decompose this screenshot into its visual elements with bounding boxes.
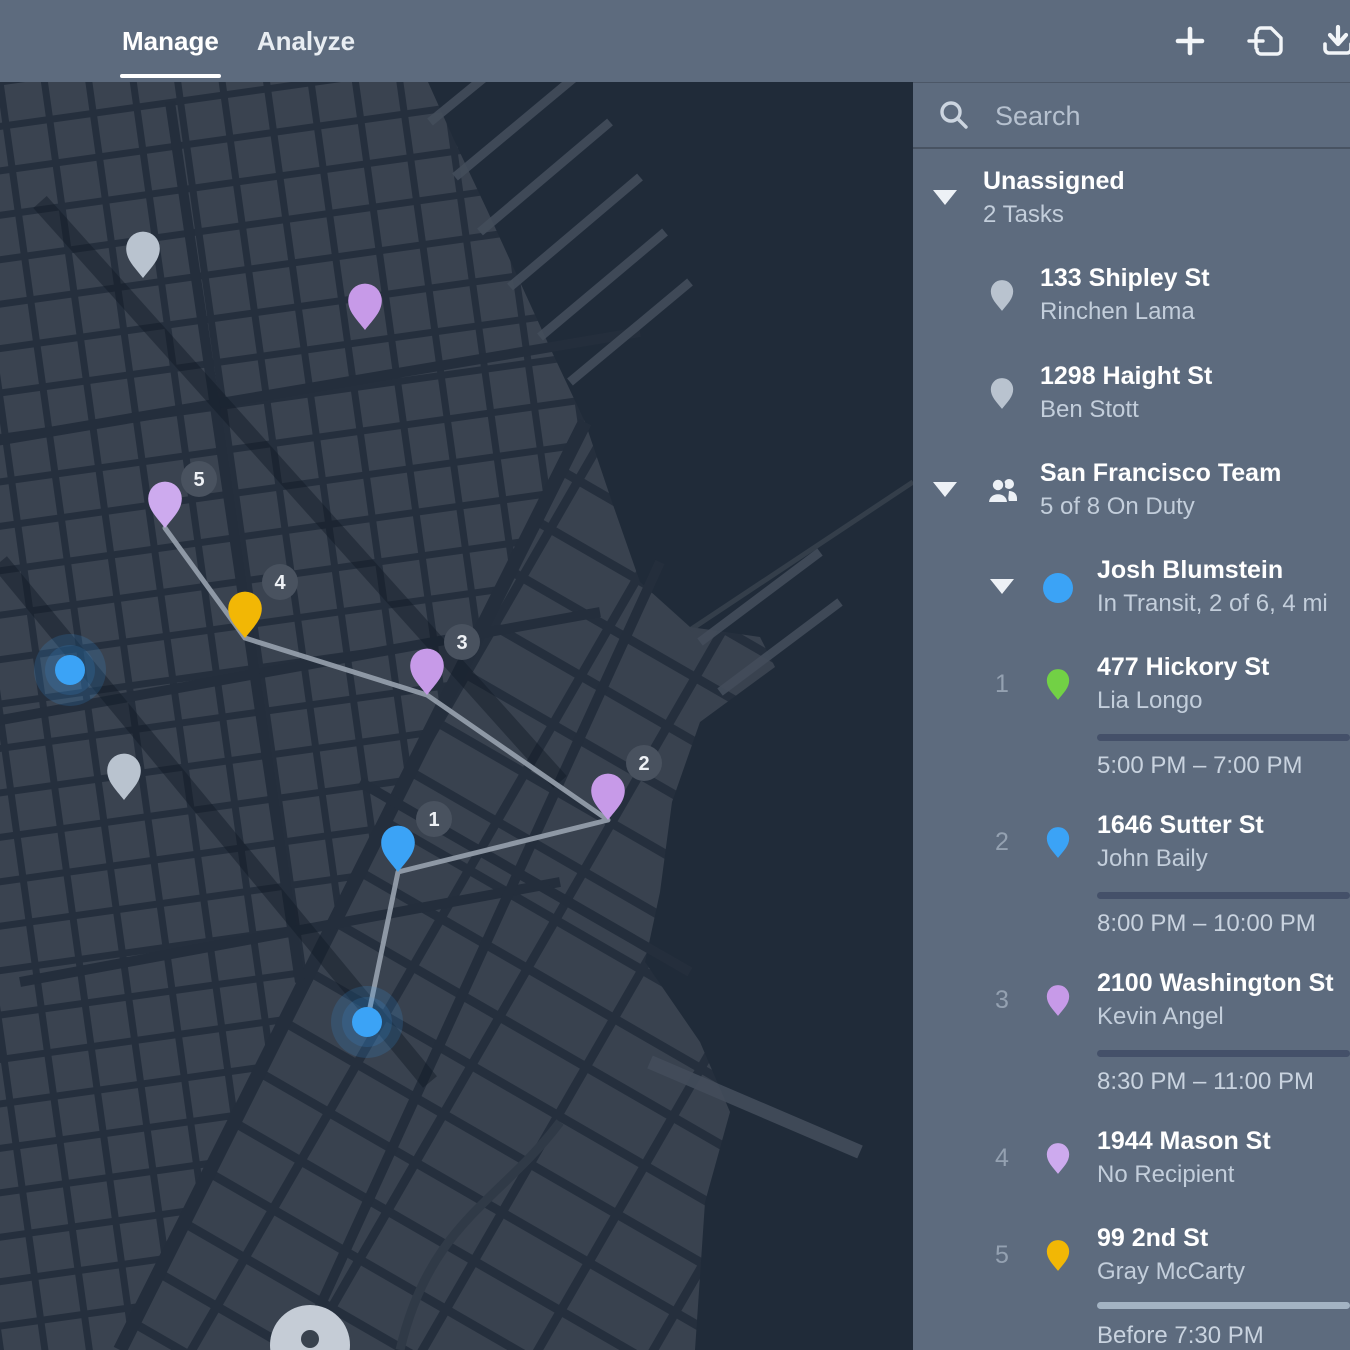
route-task-row[interactable]: 2 1646 Sutter St John Baily <box>913 808 1350 878</box>
topbar: Manage Analyze <box>0 0 1350 82</box>
svg-text:5: 5 <box>193 469 204 491</box>
team-subtitle: 5 of 8 On Duty <box>1040 490 1281 524</box>
task-progress-bar <box>1097 1050 1350 1057</box>
search-input[interactable] <box>993 93 1327 139</box>
map[interactable]: 1 2 3 4 5 <box>0 82 913 1350</box>
task-pin-icon <box>990 279 1014 312</box>
stop-number-badge[interactable]: 3 <box>444 624 480 660</box>
active-tab-underline <box>120 74 221 78</box>
task-address: 99 2nd St <box>1097 1221 1350 1255</box>
route-task-row[interactable]: 3 2100 Washington St Kevin Angel <box>913 966 1350 1036</box>
task-number: 2 <box>984 828 1020 857</box>
stop-number-badge[interactable]: 5 <box>181 461 217 497</box>
task-address: 1646 Sutter St <box>1097 808 1350 842</box>
tab-manage-label: Manage <box>122 26 219 57</box>
task-pin-icon <box>1046 1239 1070 1272</box>
task-recipient: Kevin Angel <box>1097 1000 1350 1034</box>
collapse-triangle-icon <box>933 482 957 497</box>
search-bar <box>913 83 1350 149</box>
unassigned-task-row[interactable]: 1298 Haight St Ben Stott <box>913 359 1350 429</box>
stop-number-badge[interactable]: 1 <box>416 801 452 837</box>
task-progress-bar <box>1097 1302 1350 1309</box>
import-icon[interactable] <box>1243 19 1287 63</box>
team-icon <box>985 476 1021 506</box>
task-address: 1944 Mason St <box>1097 1124 1350 1158</box>
add-icon[interactable] <box>1168 19 1212 63</box>
task-pin-icon <box>1046 1142 1070 1175</box>
task-recipient: Rinchen Lama <box>1040 295 1210 329</box>
download-icon[interactable] <box>1316 19 1350 63</box>
nav-tabs: Manage Analyze <box>122 0 355 82</box>
sidebar: Unassigned 2 Tasks 133 Shipley St Rinche… <box>913 82 1350 1350</box>
unassigned-section-header[interactable]: Unassigned 2 Tasks <box>913 164 1350 234</box>
task-address: 477 Hickory St <box>1097 650 1350 684</box>
tab-analyze[interactable]: Analyze <box>257 0 355 82</box>
task-number: 4 <box>984 1144 1020 1173</box>
svg-text:3: 3 <box>456 632 467 654</box>
section-title: Unassigned <box>983 164 1125 198</box>
route-task-row[interactable]: 4 1944 Mason St No Recipient <box>913 1124 1350 1194</box>
tab-manage[interactable]: Manage <box>122 0 219 82</box>
driver-status-dot <box>1043 573 1073 603</box>
svg-text:2: 2 <box>638 753 649 775</box>
search-icon <box>937 98 971 132</box>
route-task-row[interactable]: 1 477 Hickory St Lia Longo <box>913 650 1350 720</box>
svg-text:1: 1 <box>428 809 439 831</box>
task-address: 1298 Haight St <box>1040 359 1212 393</box>
task-pin-icon <box>1046 984 1070 1017</box>
driver-location-dot[interactable] <box>331 986 403 1058</box>
task-pin-icon <box>1046 826 1070 859</box>
task-progress-bar <box>1097 734 1350 741</box>
task-pin-icon <box>1046 668 1070 701</box>
task-recipient: Gray McCarty <box>1097 1255 1350 1289</box>
task-recipient: Lia Longo <box>1097 684 1350 718</box>
task-pin-icon <box>990 377 1014 410</box>
svg-text:4: 4 <box>274 572 286 594</box>
stop-number-badge[interactable]: 2 <box>626 745 662 781</box>
section-subtitle: 2 Tasks <box>983 198 1125 232</box>
tab-analyze-label: Analyze <box>257 26 355 57</box>
task-recipient: John Baily <box>1097 842 1350 876</box>
task-recipient: No Recipient <box>1097 1158 1350 1192</box>
unassigned-task-row[interactable]: 133 Shipley St Rinchen Lama <box>913 261 1350 331</box>
team-title: San Francisco Team <box>1040 456 1281 490</box>
task-progress-bar <box>1097 892 1350 899</box>
driver-status: In Transit, 2 of 6, 4 mi <box>1097 587 1350 621</box>
route-task-row[interactable]: 5 99 2nd St Gray McCarty <box>913 1221 1350 1291</box>
driver-row[interactable]: Josh Blumstein In Transit, 2 of 6, 4 mi <box>913 553 1350 623</box>
collapse-triangle-icon <box>990 579 1014 594</box>
collapse-triangle-icon <box>933 190 957 205</box>
task-time-window: 8:30 PM – 11:00 PM <box>1097 1067 1314 1097</box>
stop-number-badge[interactable]: 4 <box>262 564 298 600</box>
task-time-window: Before 7:30 PM <box>1097 1321 1264 1350</box>
task-time-window: 8:00 PM – 10:00 PM <box>1097 909 1316 939</box>
task-recipient: Ben Stott <box>1040 393 1212 427</box>
driver-location-dot[interactable] <box>34 634 106 706</box>
task-number: 5 <box>984 1241 1020 1270</box>
task-time-window: 5:00 PM – 7:00 PM <box>1097 751 1302 781</box>
task-address: 2100 Washington St <box>1097 966 1350 1000</box>
app-window: Manage Analyze <box>0 0 1350 1350</box>
task-address: 133 Shipley St <box>1040 261 1210 295</box>
task-number: 1 <box>984 670 1020 699</box>
driver-name: Josh Blumstein <box>1097 553 1350 587</box>
task-number: 3 <box>984 986 1020 1015</box>
team-section-header[interactable]: San Francisco Team 5 of 8 On Duty <box>913 456 1350 526</box>
